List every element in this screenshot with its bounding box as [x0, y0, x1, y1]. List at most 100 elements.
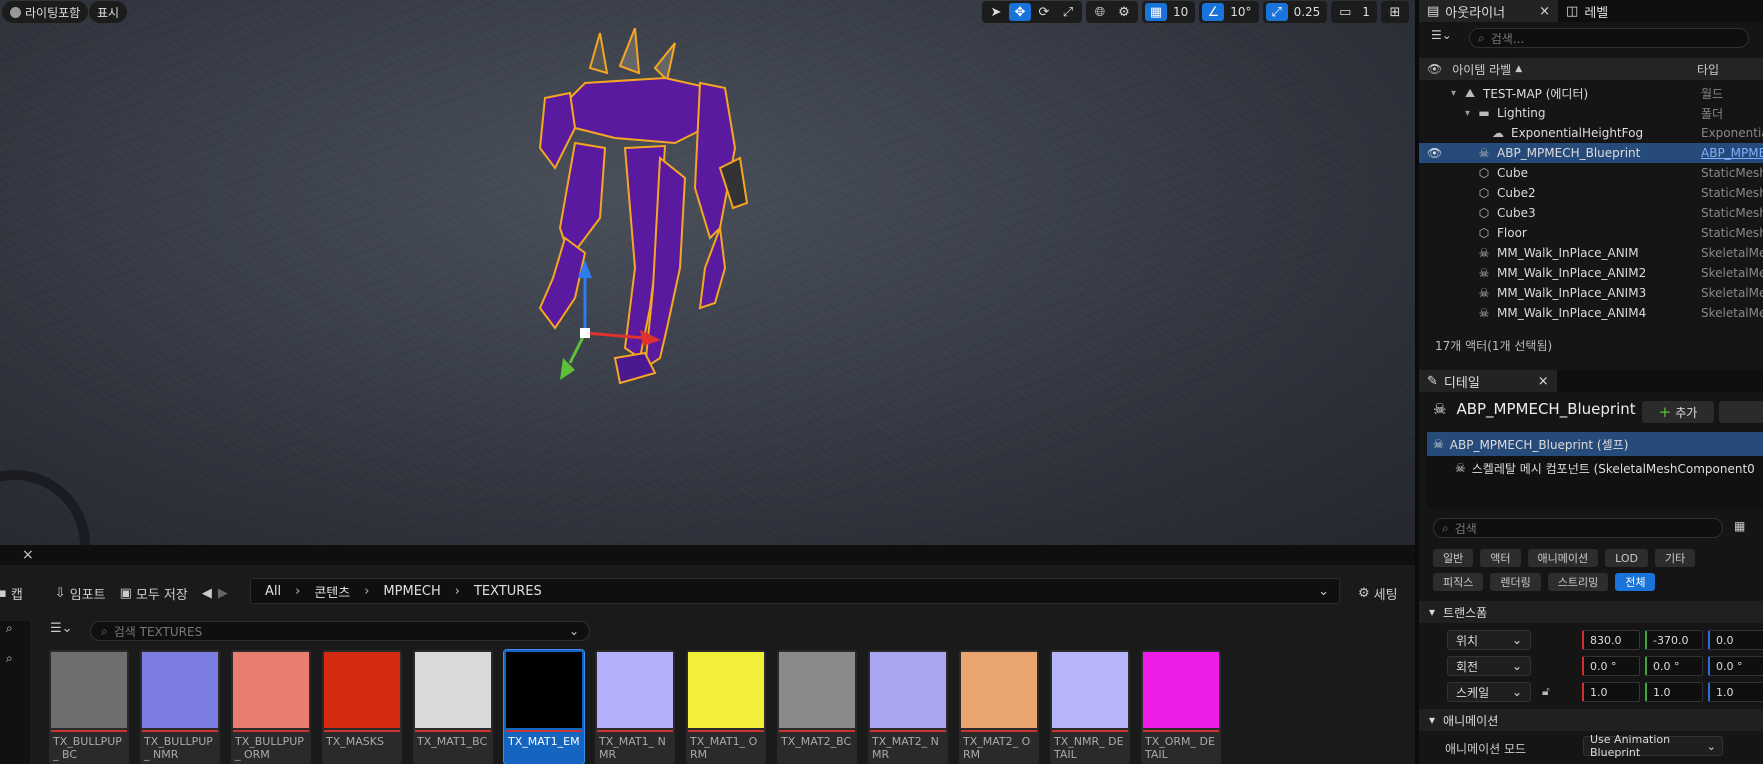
asset-tile[interactable]: TX_BULLPUP_ BC — [49, 650, 129, 764]
asset-tile[interactable]: TX_MAT2_ ORM — [959, 650, 1039, 764]
angle-snap-group[interactable]: ∠ 10° — [1199, 1, 1259, 23]
asset-tile[interactable]: TX_BULLPUP_ NMR — [140, 650, 220, 764]
level-viewport[interactable]: 라이팅포함 표시 ➤ ✥ ⟳ ⤢ 🌐︎ ⚙ ▦ 10 ∠ 10° ⤢ 0.25 … — [0, 0, 1415, 545]
grid-snap-icon[interactable]: ▦ — [1145, 3, 1167, 21]
angle-snap-value[interactable]: 10° — [1226, 5, 1255, 19]
rotate-tool-icon[interactable]: ⟳ — [1033, 3, 1055, 21]
asset-tile[interactable]: TX_MAT2_BC — [777, 650, 857, 764]
category-filter-button[interactable]: 피직스 — [1433, 573, 1484, 591]
camera-speed-value[interactable]: 1 — [1358, 5, 1374, 19]
visibility-icon[interactable]: 👁︎ — [1427, 62, 1442, 76]
tab-details[interactable]: ✎ 디테일 × — [1419, 370, 1557, 392]
expand-chevron-icon[interactable]: ▾ — [1465, 108, 1470, 119]
scale-y-field[interactable]: 1.0 — [1645, 682, 1703, 702]
category-filter-button[interactable]: 일반 — [1433, 549, 1474, 567]
select-tool-icon[interactable]: ➤ — [985, 3, 1007, 21]
scale-snap-icon[interactable]: ⤢ — [1265, 3, 1288, 21]
angle-snap-icon[interactable]: ∠ — [1202, 3, 1225, 21]
chevron-down-icon[interactable]: ⌄ — [1318, 584, 1329, 599]
rotation-x-field[interactable]: 0.0 ° — [1582, 656, 1640, 676]
close-icon[interactable]: × — [1539, 4, 1550, 19]
outliner-row[interactable]: ⬡ Floor StaticMesh — [1419, 223, 1763, 243]
column-type[interactable]: 타입 — [1697, 61, 1719, 78]
outliner-row[interactable]: ☠ MM_Walk_InPlace_ANIM3 SkeletalMe — [1419, 283, 1763, 303]
chevron-right-icon[interactable]: › — [455, 584, 460, 599]
grid-view-icon[interactable]: ▦ — [1734, 519, 1745, 533]
outliner-row[interactable]: ▾ ⛰ TEST-MAP (에디터) 월드 — [1419, 83, 1763, 103]
rotation-y-field[interactable]: 0.0 ° — [1645, 656, 1703, 676]
category-filter-button[interactable]: 전체 — [1615, 573, 1656, 591]
blueprint-button[interactable] — [1719, 401, 1763, 423]
outliner-row[interactable]: ⬡ Cube StaticMesh — [1419, 163, 1763, 183]
camera-speed-group[interactable]: ▭ 1 — [1331, 1, 1377, 23]
asset-tile[interactable]: TX_MAT2_ NMR — [868, 650, 948, 764]
asset-tile[interactable]: TX_BULLPUP_ ORM — [231, 650, 311, 764]
close-icon[interactable]: × — [1538, 374, 1549, 389]
chevron-right-icon[interactable]: › — [295, 584, 300, 599]
breadcrumb-item-all[interactable]: All — [265, 584, 281, 599]
anim-mode-dropdown[interactable]: Use Animation Blueprint ⌄ — [1583, 733, 1723, 759]
expand-chevron-icon[interactable]: ▾ — [1451, 88, 1456, 99]
breadcrumb-item-textures[interactable]: TEXTURES — [474, 584, 542, 599]
selected-mech-actor[interactable] — [535, 28, 865, 448]
outliner-row[interactable]: ☠ MM_Walk_InPlace_ANIM4 SkeletalMe — [1419, 303, 1763, 323]
tab-levels[interactable]: ◫ 레벨 — [1558, 0, 1616, 22]
asset-search-input[interactable]: ⌕ 검색 TEXTURES ⌄ — [90, 621, 590, 641]
chevron-right-icon[interactable]: › — [364, 584, 369, 599]
animation-section-header[interactable]: ▾ 애니메이션 — [1419, 709, 1763, 731]
search-icon[interactable]: ⌕ — [6, 621, 13, 636]
settings-button[interactable]: ⚙ 세팅 — [1358, 584, 1398, 603]
tab-outliner[interactable]: ▤ 아웃라이너 × — [1419, 0, 1559, 22]
search-icon[interactable]: ⌕ — [6, 651, 13, 666]
save-all-button[interactable]: ▣ 모두 저장 — [120, 584, 188, 603]
asset-tile[interactable]: TX_ORM_ DETAIL — [1141, 650, 1221, 764]
back-button[interactable]: ◀ — [202, 586, 212, 601]
outliner-search-input[interactable]: ⌕ 검색... — [1469, 28, 1749, 48]
outliner-row[interactable]: ⬡ Cube2 StaticMesh — [1419, 183, 1763, 203]
surface-snap-icon[interactable]: ⚙ — [1113, 3, 1135, 21]
location-y-field[interactable]: -370.0 — [1645, 630, 1703, 650]
lock-icon[interactable]: 🔓︎ — [1542, 684, 1550, 699]
forward-button[interactable]: ▶ — [218, 586, 228, 601]
scale-snap-value[interactable]: 0.25 — [1290, 5, 1325, 19]
camera-icon[interactable]: ▭ — [1334, 3, 1356, 21]
add-component-button[interactable]: + 추가 — [1642, 401, 1714, 423]
asset-tile[interactable]: TX_NMR_ DETAIL — [1050, 650, 1130, 764]
category-filter-button[interactable]: 스트리밍 — [1547, 573, 1609, 591]
outliner-row[interactable]: ▾ ▬ Lighting 폴더 — [1419, 103, 1763, 123]
asset-tile[interactable]: TX_MAT1_ ORM — [686, 650, 766, 764]
asset-tile[interactable]: TX_MASKS — [322, 650, 402, 764]
grid-snap-group[interactable]: ▦ 10 — [1142, 1, 1196, 23]
category-filter-button[interactable]: 액터 — [1480, 549, 1521, 567]
scale-x-field[interactable]: 1.0 — [1582, 682, 1640, 702]
category-filter-button[interactable]: LOD — [1605, 549, 1648, 567]
category-filter-button[interactable]: 기타 — [1654, 549, 1696, 567]
scale-dropdown[interactable]: 스케일 ⌄ — [1447, 682, 1531, 702]
asset-tile[interactable]: TX_MAT1_BC — [413, 650, 493, 764]
column-item-label[interactable]: 아이템 라벨 — [1452, 61, 1511, 78]
transform-section-header[interactable]: ▾ 트랜스폼 — [1419, 601, 1763, 623]
breadcrumb-item-content[interactable]: 콘텐츠 — [314, 582, 350, 601]
move-tool-icon[interactable]: ✥ — [1009, 3, 1031, 21]
chevron-down-icon[interactable]: ⌄ — [569, 624, 579, 638]
filter-button[interactable]: ☰⌄ — [50, 621, 73, 636]
location-dropdown[interactable]: 위치 ⌄ — [1447, 630, 1531, 650]
filter-icon[interactable]: ☰⌄ — [1431, 28, 1452, 42]
outliner-row[interactable]: 👁︎ ☠ ABP_MPMECH_Blueprint ABP_MPMEC — [1419, 143, 1763, 163]
grid-snap-value[interactable]: 10 — [1169, 5, 1192, 19]
import-button[interactable]: ⇩ 임포트 — [55, 584, 106, 603]
world-space-icon[interactable]: 🌐︎ — [1089, 3, 1111, 21]
tab-close-icon[interactable]: × — [22, 547, 34, 563]
outliner-row[interactable]: ☠ MM_Walk_InPlace_ANIM SkeletalMe — [1419, 243, 1763, 263]
outliner-row[interactable]: ⬡ Cube3 StaticMesh — [1419, 203, 1763, 223]
visibility-icon[interactable]: 👁︎ — [1427, 146, 1442, 160]
component-row-skeletal-mesh[interactable]: ☠ 스켈레탈 메시 컴포넌트 (SkeletalMeshComponent0 — [1427, 456, 1763, 480]
show-menu-button[interactable]: 표시 — [89, 1, 128, 23]
asset-tile[interactable]: TX_MAT1_EM — [503, 649, 585, 764]
breadcrumb-item-mpmech[interactable]: MPMECH — [383, 584, 440, 599]
location-x-field[interactable]: 830.0 — [1582, 630, 1640, 650]
lighting-mode-button[interactable]: 라이팅포함 — [2, 1, 89, 23]
category-filter-button[interactable]: 렌더링 — [1490, 573, 1541, 591]
viewport-layout-icon[interactable]: ⊞ — [1384, 3, 1406, 21]
left-tab-button[interactable]: ▪ 캡 — [0, 584, 23, 603]
